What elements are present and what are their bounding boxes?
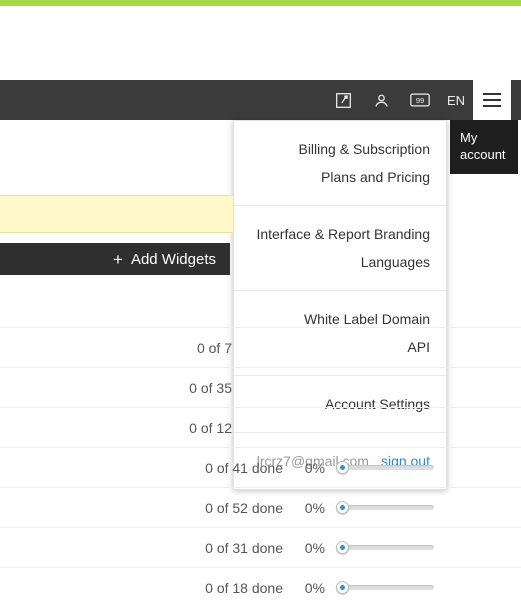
menu-plans[interactable]: Plans and Pricing xyxy=(252,163,430,191)
dashboard-icon[interactable] xyxy=(325,80,363,120)
task-status: 0 of 12 xyxy=(0,420,232,436)
slider-thumb[interactable] xyxy=(336,461,349,474)
progress-slider[interactable] xyxy=(336,584,434,592)
language-selector[interactable]: EN xyxy=(439,93,473,108)
user-icon[interactable] xyxy=(363,80,401,120)
task-status: 0 of 7 xyxy=(0,340,232,356)
slider-thumb[interactable] xyxy=(336,581,349,594)
menu-languages[interactable]: Languages xyxy=(252,248,430,276)
highlight-band xyxy=(0,195,233,233)
task-status: 0 of 31 done xyxy=(0,540,283,556)
menu-tooltip: My account xyxy=(450,120,518,174)
task-status: 0 of 18 done xyxy=(0,580,283,596)
progress-slider[interactable] xyxy=(336,504,434,512)
task-rows: 0 of 70 of 350 of 120 of 41 done0%0 of 5… xyxy=(0,327,521,607)
header-gap xyxy=(0,6,521,80)
task-status: 0 of 35 xyxy=(0,380,232,396)
task-percent: 0% xyxy=(295,460,325,476)
menu-branding[interactable]: Interface & Report Branding xyxy=(252,220,430,248)
task-row: 0 of 18 done 0% xyxy=(0,567,521,607)
notification-badge-icon[interactable]: 99 xyxy=(401,80,439,120)
task-status: 0 of 52 done xyxy=(0,500,283,516)
task-percent: 0% xyxy=(295,540,325,556)
task-percent: 0% xyxy=(295,580,325,596)
svg-text:99: 99 xyxy=(416,96,424,105)
progress-slider[interactable] xyxy=(336,544,434,552)
menu-billing[interactable]: Billing & Subscription xyxy=(252,135,430,163)
add-widgets-button[interactable]: + Add Widgets xyxy=(0,243,230,275)
top-bar: 99 EN xyxy=(0,80,521,120)
task-percent: 0% xyxy=(295,500,325,516)
task-row: 0 of 7 xyxy=(0,327,521,367)
slider-track xyxy=(336,545,434,550)
add-widgets-label: Add Widgets xyxy=(131,251,216,268)
hamburger-icon xyxy=(483,93,501,107)
slider-track xyxy=(336,465,434,470)
slider-track xyxy=(336,505,434,510)
task-row: 0 of 12 xyxy=(0,407,521,447)
task-row: 0 of 31 done 0% xyxy=(0,527,521,567)
plus-icon: + xyxy=(113,251,123,268)
task-row: 0 of 41 done 0% xyxy=(0,447,521,487)
menu-button[interactable] xyxy=(473,80,511,120)
task-status: 0 of 41 done xyxy=(0,460,283,476)
slider-thumb[interactable] xyxy=(336,501,349,514)
task-row: 0 of 52 done 0% xyxy=(0,487,521,527)
slider-track xyxy=(336,585,434,590)
task-row: 0 of 35 xyxy=(0,367,521,407)
slider-thumb[interactable] xyxy=(336,541,349,554)
progress-slider[interactable] xyxy=(336,464,434,472)
